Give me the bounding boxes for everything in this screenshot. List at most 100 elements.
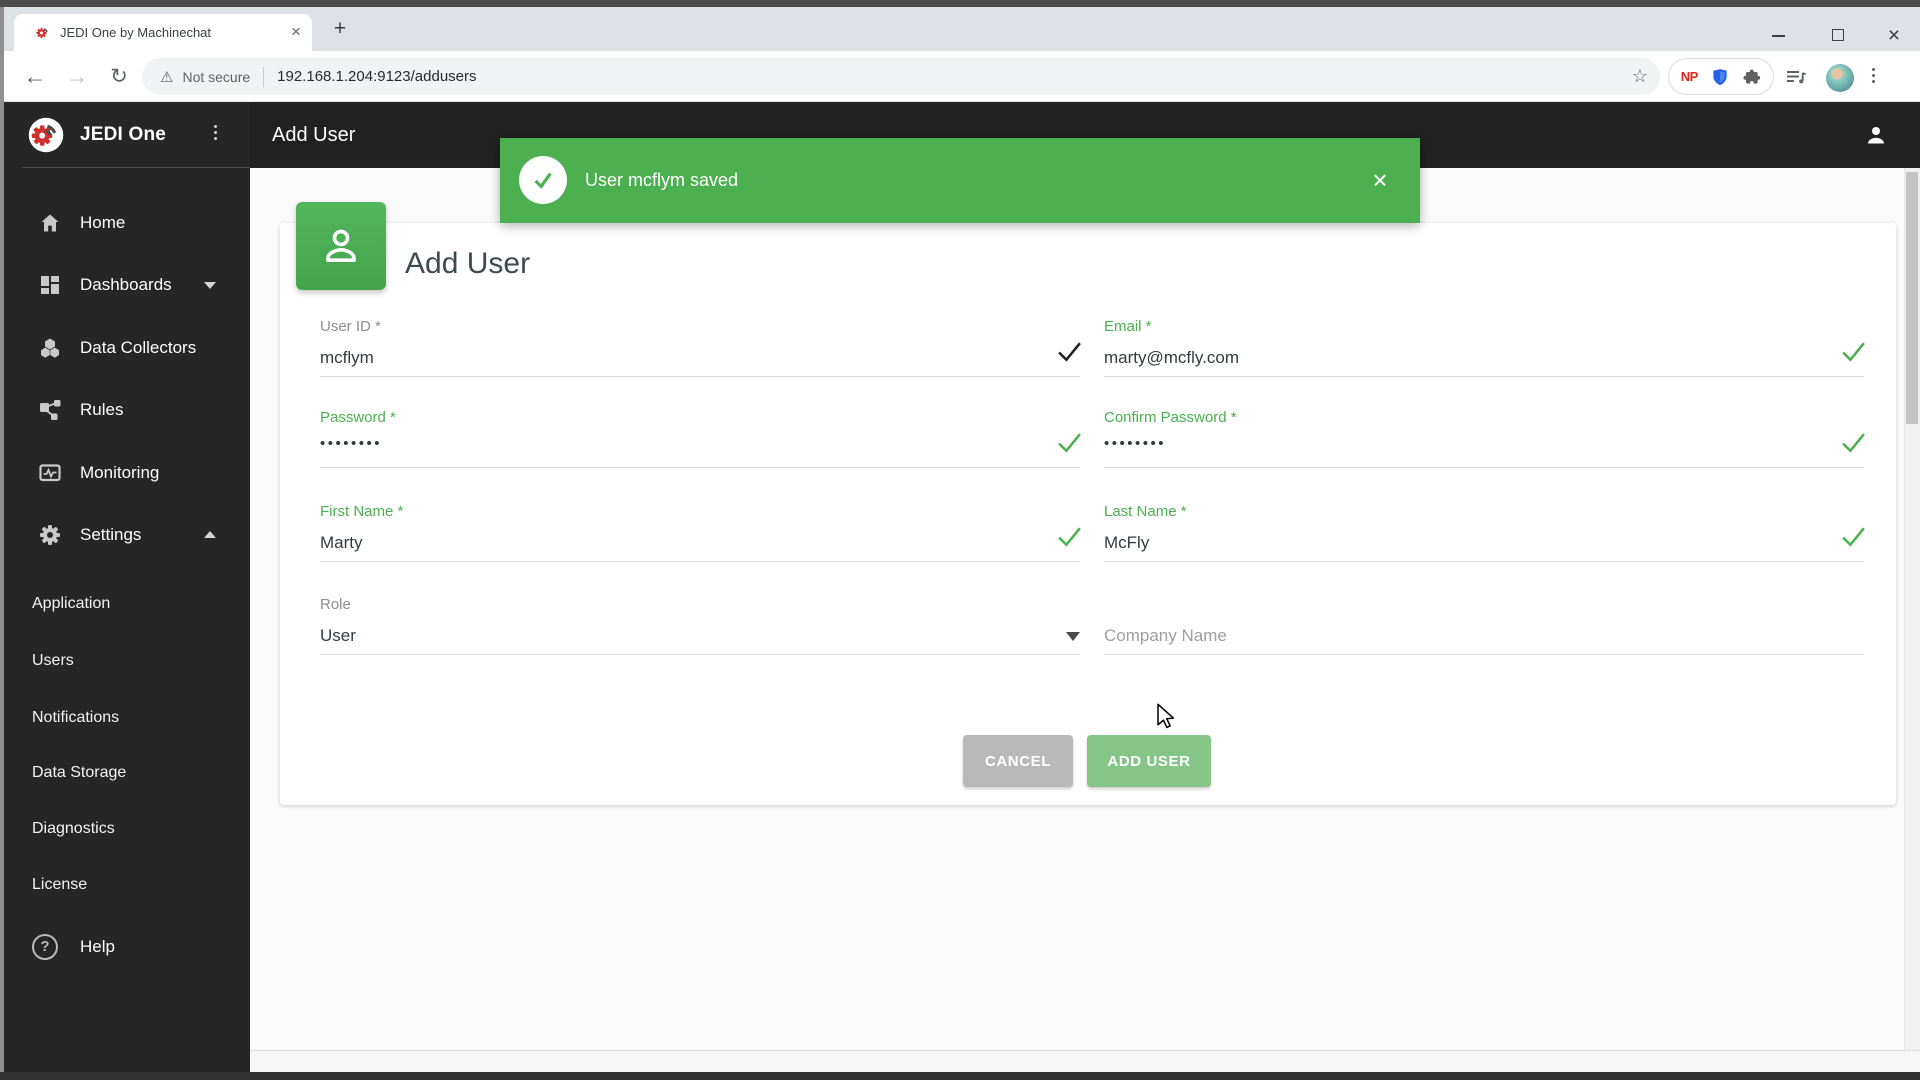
home-icon [41, 214, 59, 232]
sidebar-item-monitoring[interactable]: Monitoring [4, 453, 250, 493]
valid-check-icon [1842, 527, 1865, 547]
sidebar-item-rules[interactable]: Rules [4, 390, 250, 430]
role-label: Role [320, 596, 351, 613]
first-name-value[interactable]: Marty [320, 533, 363, 553]
last-name-value[interactable]: McFly [1104, 533, 1149, 553]
sidebar-item-users[interactable]: Users [4, 643, 250, 679]
sidebar-item-data-collectors[interactable]: Data Collectors [4, 328, 250, 368]
password-value[interactable]: •••••••• [320, 435, 382, 452]
sidebar-item-home[interactable]: Home [4, 203, 250, 243]
window-top-border [0, 0, 1920, 7]
add-user-button[interactable]: ADD USER [1087, 735, 1211, 787]
sidebar-item-data-storage[interactable]: Data Storage [4, 755, 250, 791]
user-id-value[interactable]: mcflym [320, 348, 374, 368]
mouse-cursor [1157, 703, 1175, 729]
new-tab-button[interactable]: + [326, 15, 354, 43]
bottom-scroll-strip [250, 1050, 1920, 1072]
toast-notification: User mcflym saved × [500, 138, 1420, 223]
sidebar-item-label: Settings [80, 525, 142, 544]
window-minimize-button[interactable] [1772, 35, 1785, 37]
back-icon[interactable]: ← [18, 51, 52, 102]
sidebar-item-dashboards[interactable]: Dashboards [4, 265, 250, 305]
role-select[interactable]: Role User [320, 596, 1080, 716]
field-underline [320, 561, 1080, 562]
add-user-card: Add User User ID * mcflym Email * marty@… [280, 223, 1896, 805]
sidebar: JEDI One Home Dashboards Data Collectors… [4, 102, 250, 1072]
sidebar-item-label: Help [80, 937, 115, 956]
window-restore-button[interactable] [1832, 29, 1844, 41]
email-value[interactable]: marty@mcfly.com [1104, 348, 1239, 368]
valid-check-icon [1058, 527, 1081, 547]
sidebar-header: JEDI One [4, 102, 250, 168]
brand-name: JEDI One [80, 124, 167, 145]
extension-np-icon[interactable]: NP [1681, 69, 1699, 84]
field-underline [1104, 561, 1864, 562]
browser-toolbar: ← → ↻ ⚠ Not secure 192.168.1.204:9123/ad… [4, 51, 1920, 102]
field-underline [320, 654, 1080, 655]
chevron-down-icon[interactable] [204, 282, 216, 289]
dashboard-icon [41, 276, 59, 294]
sidebar-subitem-label: Diagnostics [32, 820, 115, 837]
refresh-icon[interactable]: ↻ [102, 51, 136, 102]
window-close-button[interactable]: × [1882, 22, 1906, 50]
company-name-placeholder[interactable]: Company Name [1104, 626, 1227, 646]
add-user-tile [296, 202, 386, 290]
bookmark-star-icon[interactable]: ☆ [1632, 58, 1648, 95]
password-label: Password * [320, 409, 396, 426]
sidebar-item-help[interactable]: ? Help [4, 927, 250, 967]
confirm-password-value[interactable]: •••••••• [1104, 435, 1166, 452]
sidebar-item-settings[interactable]: Settings [4, 515, 250, 555]
browser-window: JEDI One by Machinechat × + × ← → ↻ ⚠ No… [0, 0, 1920, 1080]
extension-shield-icon[interactable] [1710, 67, 1730, 87]
forward-icon: → [65, 63, 89, 89]
tab-close-icon[interactable]: × [282, 14, 310, 50]
address-bar[interactable]: ⚠ Not secure 192.168.1.204:9123/addusers… [142, 58, 1660, 95]
sidebar-menu-icon[interactable] [214, 125, 217, 140]
favicon-gear-icon [34, 24, 51, 41]
card-title: Add User [405, 247, 531, 280]
sidebar-item-label: Dashboards [80, 275, 172, 294]
email-label: Email * [1104, 318, 1152, 335]
extensions-pill: NP [1668, 58, 1774, 95]
toast-close-icon[interactable]: × [1355, 138, 1405, 223]
sidebar-item-label: Monitoring [80, 463, 160, 482]
playlist-icon[interactable] [1784, 65, 1808, 89]
profile-avatar[interactable] [1826, 64, 1854, 92]
toast-message: User mcflym saved [585, 170, 739, 190]
help-icon: ? [32, 934, 58, 960]
extensions-puzzle-icon[interactable] [1741, 67, 1761, 87]
browser-tab[interactable]: JEDI One by Machinechat × [14, 14, 312, 51]
tab-strip: JEDI One by Machinechat × + × [4, 7, 1920, 51]
browser-menu-icon[interactable] [1872, 68, 1875, 83]
tab-title: JEDI One by Machinechat [60, 25, 212, 40]
sidebar-subitem-label: Users [32, 652, 74, 669]
sidebar-item-notifications[interactable]: Notifications [4, 700, 250, 736]
sidebar-subitem-label: Notifications [32, 709, 120, 726]
valid-check-icon [1842, 342, 1865, 362]
sidebar-subitem-label: Data Storage [32, 764, 127, 781]
sidebar-item-diagnostics[interactable]: Diagnostics [4, 811, 250, 847]
valid-check-icon [1842, 433, 1865, 453]
sidebar-item-application[interactable]: Application [4, 586, 250, 622]
monitoring-icon [39, 464, 61, 482]
cancel-button[interactable]: CANCEL [963, 735, 1073, 787]
page-title: Add User [272, 124, 356, 146]
dropdown-arrow-icon[interactable] [1066, 632, 1080, 641]
valid-check-icon [1058, 433, 1081, 453]
chevron-up-icon[interactable] [204, 531, 216, 538]
gear-icon [40, 525, 60, 545]
url-text[interactable]: 192.168.1.204:9123/addusers [277, 68, 476, 85]
window-bottom-border [0, 1072, 1920, 1080]
sidebar-subitem-label: Application [32, 595, 111, 612]
field-underline [1104, 654, 1864, 655]
user-id-label: User ID * [320, 318, 381, 335]
first-name-label: First Name * [320, 503, 404, 520]
company-name-field[interactable]: Company Name [1104, 596, 1864, 716]
sidebar-divider [22, 167, 250, 168]
scrollbar-thumb[interactable] [1906, 172, 1918, 424]
sidebar-item-license[interactable]: License [4, 867, 250, 903]
security-label[interactable]: Not secure [182, 69, 250, 85]
not-secure-warning-icon: ⚠ [160, 68, 174, 86]
role-value[interactable]: User [320, 626, 356, 646]
account-icon[interactable] [1864, 123, 1888, 147]
